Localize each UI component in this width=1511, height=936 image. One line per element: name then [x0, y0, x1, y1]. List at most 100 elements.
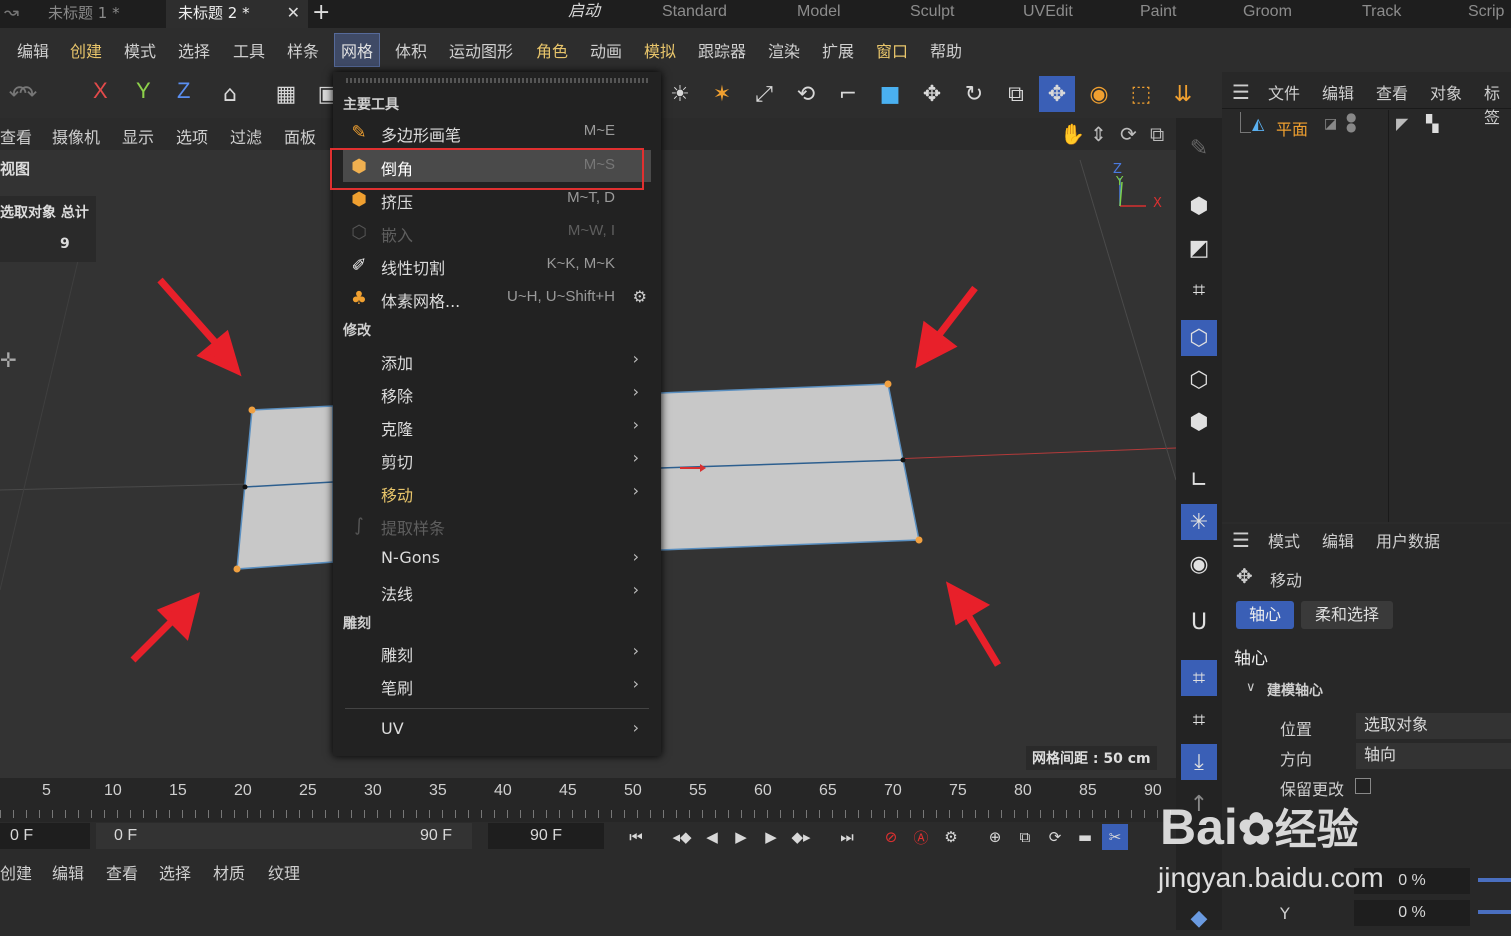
tab-untitled-2[interactable]: 未标题 2 * ✕ — [166, 0, 308, 28]
menu-animate[interactable]: 动画 — [590, 38, 622, 62]
cube-icon[interactable]: ■ — [872, 76, 908, 112]
go-to-start-icon[interactable]: ⏮ — [623, 824, 649, 850]
snapping-icon[interactable]: ⌗ — [1181, 660, 1217, 696]
menu-item-normals[interactable]: 法线 › — [343, 575, 651, 607]
x-axis-lock-button[interactable]: X — [93, 78, 108, 104]
menu-item-ngons[interactable]: N-Gons › — [343, 542, 651, 574]
orbit-view-icon[interactable]: ⟳ — [1120, 122, 1137, 146]
keyframe-settings-icon[interactable]: ⚙ — [938, 824, 964, 850]
enable-axis-icon[interactable]: ✳ — [1181, 504, 1217, 540]
menu-item-sculpt[interactable]: 雕刻 › — [343, 636, 651, 668]
range-start-field[interactable]: 0 F — [96, 823, 234, 849]
object-menu-object[interactable]: 对象 — [1430, 80, 1462, 104]
previous-frame-icon[interactable]: ◀ — [699, 824, 725, 850]
menu-simulate[interactable]: 模拟 — [644, 38, 676, 62]
group-title[interactable]: 建模轴心 — [1267, 680, 1323, 700]
edit-mode-icon[interactable]: ✎ — [1181, 130, 1217, 166]
y-percentage-field[interactable]: 0 % — [1354, 900, 1470, 926]
menu-select[interactable]: 选择 — [178, 38, 210, 62]
tab-soft-selection[interactable]: 柔和选择 — [1301, 601, 1393, 629]
snap-icon[interactable]: ✶ — [704, 76, 740, 112]
layout-startup[interactable]: 启动 — [560, 0, 608, 30]
menu-item-extrude[interactable]: ⬢ 挤压 M~T, D — [343, 183, 651, 215]
phong-tag-icon[interactable]: ◤ — [1396, 114, 1408, 133]
max-frame-field[interactable]: 90 F — [488, 823, 604, 849]
locked-workplane-icon[interactable]: ⤓ — [1181, 744, 1217, 780]
menu-mode[interactable]: 模式 — [124, 38, 156, 62]
rotate-pivot-icon[interactable]: ⟲ — [788, 76, 824, 112]
menu-item-brush[interactable]: 笔刷 › — [343, 669, 651, 701]
y-axis-lock-button[interactable]: Y — [136, 78, 151, 104]
material-menu-create[interactable]: 创建 — [0, 860, 32, 884]
maximize-view-icon[interactable]: ⧉ — [1150, 122, 1164, 146]
new-tab-button[interactable]: + — [312, 0, 330, 26]
key-parameter-icon[interactable]: ▬ — [1072, 824, 1098, 850]
attr-menu-edit[interactable]: 编辑 — [1322, 528, 1354, 552]
material-menu-texture[interactable]: 纹理 — [268, 860, 300, 884]
x-slider[interactable] — [1478, 878, 1511, 882]
uv-mode-icon[interactable]: ∟ — [1181, 462, 1217, 498]
menu-item-line-cut[interactable]: ✐ 线性切割 K~K, M~K — [343, 249, 651, 281]
key-rotation-icon[interactable]: ⟳ — [1042, 824, 1068, 850]
workplane-icon[interactable]: ⌗ — [1181, 702, 1217, 738]
y-slider[interactable] — [1478, 910, 1511, 914]
layout-sculpt[interactable]: Sculpt — [910, 0, 954, 28]
record-icon[interactable]: ⊘ — [878, 824, 904, 850]
viewport-menu-options[interactable]: 选项 — [176, 124, 208, 148]
key-scale-icon[interactable]: ⧉ — [1012, 824, 1038, 850]
layout-track[interactable]: Track — [1362, 0, 1401, 28]
menu-extensions[interactable]: 扩展 — [822, 38, 854, 62]
hamburger-icon[interactable]: ☰ — [1232, 80, 1250, 104]
close-icon[interactable]: ✕ — [287, 0, 300, 26]
current-frame-field[interactable]: 0 F — [0, 823, 90, 849]
hamburger-icon[interactable]: ☰ — [1232, 528, 1250, 552]
render-view-icon[interactable]: ▦ — [268, 76, 304, 112]
object-menu-tags[interactable]: 标签 — [1484, 80, 1511, 128]
menu-edit[interactable]: 编辑 — [17, 38, 49, 62]
layout-standard[interactable]: Standard — [662, 0, 727, 28]
material-menu-view[interactable]: 查看 — [106, 860, 138, 884]
pan-view-icon[interactable]: ✋ — [1060, 122, 1085, 146]
polygons-mode-icon[interactable]: ⬢ — [1181, 404, 1217, 440]
magnet-icon[interactable]: U — [1181, 604, 1217, 640]
orientation-dropdown[interactable]: 轴向 — [1356, 743, 1511, 769]
menu-help[interactable]: 帮助 — [930, 38, 962, 62]
move-icon[interactable]: ✥ — [914, 76, 950, 112]
attr-menu-mode[interactable]: 模式 — [1268, 528, 1300, 552]
texture-mode-icon[interactable]: ⌗ — [1181, 272, 1217, 308]
layout-paint[interactable]: Paint — [1140, 0, 1176, 28]
move-tool-active-icon[interactable]: ✥ — [1039, 76, 1075, 112]
layout-model[interactable]: Model — [797, 0, 841, 28]
attr-menu-userdata[interactable]: 用户数据 — [1376, 528, 1440, 552]
chevron-down-icon[interactable]: ∨ — [1246, 680, 1256, 695]
material-menu-select[interactable]: 选择 — [159, 860, 191, 884]
menu-create[interactable]: 创建 — [70, 38, 102, 62]
gear-icon[interactable]: ⚙ — [633, 287, 647, 306]
solo-mode-icon[interactable]: ◉ — [1181, 546, 1217, 582]
scale-icon[interactable]: ⧉ — [998, 76, 1034, 112]
layout-script[interactable]: Scrip — [1468, 0, 1504, 28]
menu-item-remove[interactable]: 移除 › — [343, 377, 651, 409]
editor-visibility-icon[interactable]: ◪ — [1324, 116, 1337, 132]
menu-mograph[interactable]: 运动图形 — [449, 38, 513, 62]
tab-untitled-1[interactable]: 未标题 1 * — [36, 0, 178, 28]
points-mode-icon[interactable]: ⬡ — [1181, 320, 1217, 356]
material-tag-icon[interactable]: ▚ — [1426, 114, 1438, 133]
previous-key-icon[interactable]: ◂◆ — [669, 824, 695, 850]
key-position-icon[interactable]: ⊕ — [982, 824, 1008, 850]
tab-pivot[interactable]: 轴心 — [1236, 601, 1294, 629]
next-key-icon[interactable]: ◆▸ — [788, 824, 814, 850]
object-menu-file[interactable]: 文件 — [1268, 80, 1300, 104]
box-selection-icon[interactable]: ⬚ — [1123, 76, 1159, 112]
viewport-menu-panel[interactable]: 面板 — [284, 124, 316, 148]
object-menu-view[interactable]: 查看 — [1376, 80, 1408, 104]
move-handle-icon[interactable]: ✛ — [0, 348, 17, 372]
object-name-plane[interactable]: 平面 — [1276, 116, 1308, 140]
menu-tools[interactable]: 工具 — [233, 38, 265, 62]
scale-tool-icon[interactable]: ⤢ — [746, 76, 782, 112]
menu-character[interactable]: 角色 — [536, 38, 568, 62]
viewport-menu-view[interactable]: 查看 — [0, 124, 32, 148]
python-icon[interactable]: ◆ — [1181, 900, 1217, 936]
menu-spline[interactable]: 样条 — [287, 38, 319, 62]
material-menu-edit[interactable]: 编辑 — [52, 860, 84, 884]
